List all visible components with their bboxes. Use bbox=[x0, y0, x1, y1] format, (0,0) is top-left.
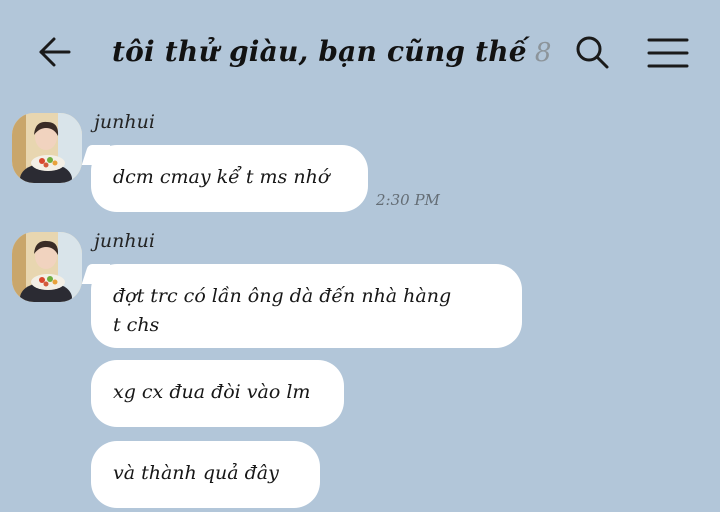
message-timestamp: 2:30 PM bbox=[376, 191, 440, 209]
message-text: dcm cmay kể t ms nhớ bbox=[113, 166, 330, 188]
sender-name: junhui bbox=[94, 111, 155, 133]
arrow-left-icon bbox=[39, 37, 71, 67]
search-button[interactable] bbox=[572, 32, 612, 72]
message-text: và thành quả đây bbox=[113, 462, 279, 484]
message-text-line: t chs bbox=[113, 314, 160, 336]
avatar[interactable] bbox=[12, 113, 82, 183]
message-bubble[interactable]: đợt trc có lần ông dà đến nhà hàng t chs bbox=[91, 264, 522, 348]
profile-photo bbox=[12, 113, 82, 183]
member-count: 8 bbox=[534, 38, 552, 68]
profile-photo bbox=[12, 232, 82, 302]
message-bubble[interactable]: dcm cmay kể t ms nhớ bbox=[91, 145, 368, 212]
avatar[interactable] bbox=[12, 232, 82, 302]
message-bubble[interactable]: và thành quả đây bbox=[91, 441, 320, 508]
menu-button[interactable] bbox=[646, 34, 690, 72]
back-button[interactable] bbox=[34, 32, 74, 72]
message-text-line: đợt trc có lần ông dà đến nhà hàng bbox=[113, 285, 452, 307]
hamburger-menu-icon bbox=[647, 38, 689, 68]
chat-title: tôi thử giàu, bạn cũng thế bbox=[112, 35, 527, 68]
message-text: xg cx đua đòi vào lm bbox=[113, 381, 311, 403]
message-bubble[interactable]: xg cx đua đòi vào lm bbox=[91, 360, 344, 427]
search-icon bbox=[576, 36, 609, 69]
sender-name: junhui bbox=[94, 230, 155, 252]
chat-title-area[interactable]: tôi thử giàu, bạn cũng thế 8 bbox=[112, 30, 551, 74]
chat-header: tôi thử giàu, bạn cũng thế 8 bbox=[0, 0, 720, 100]
